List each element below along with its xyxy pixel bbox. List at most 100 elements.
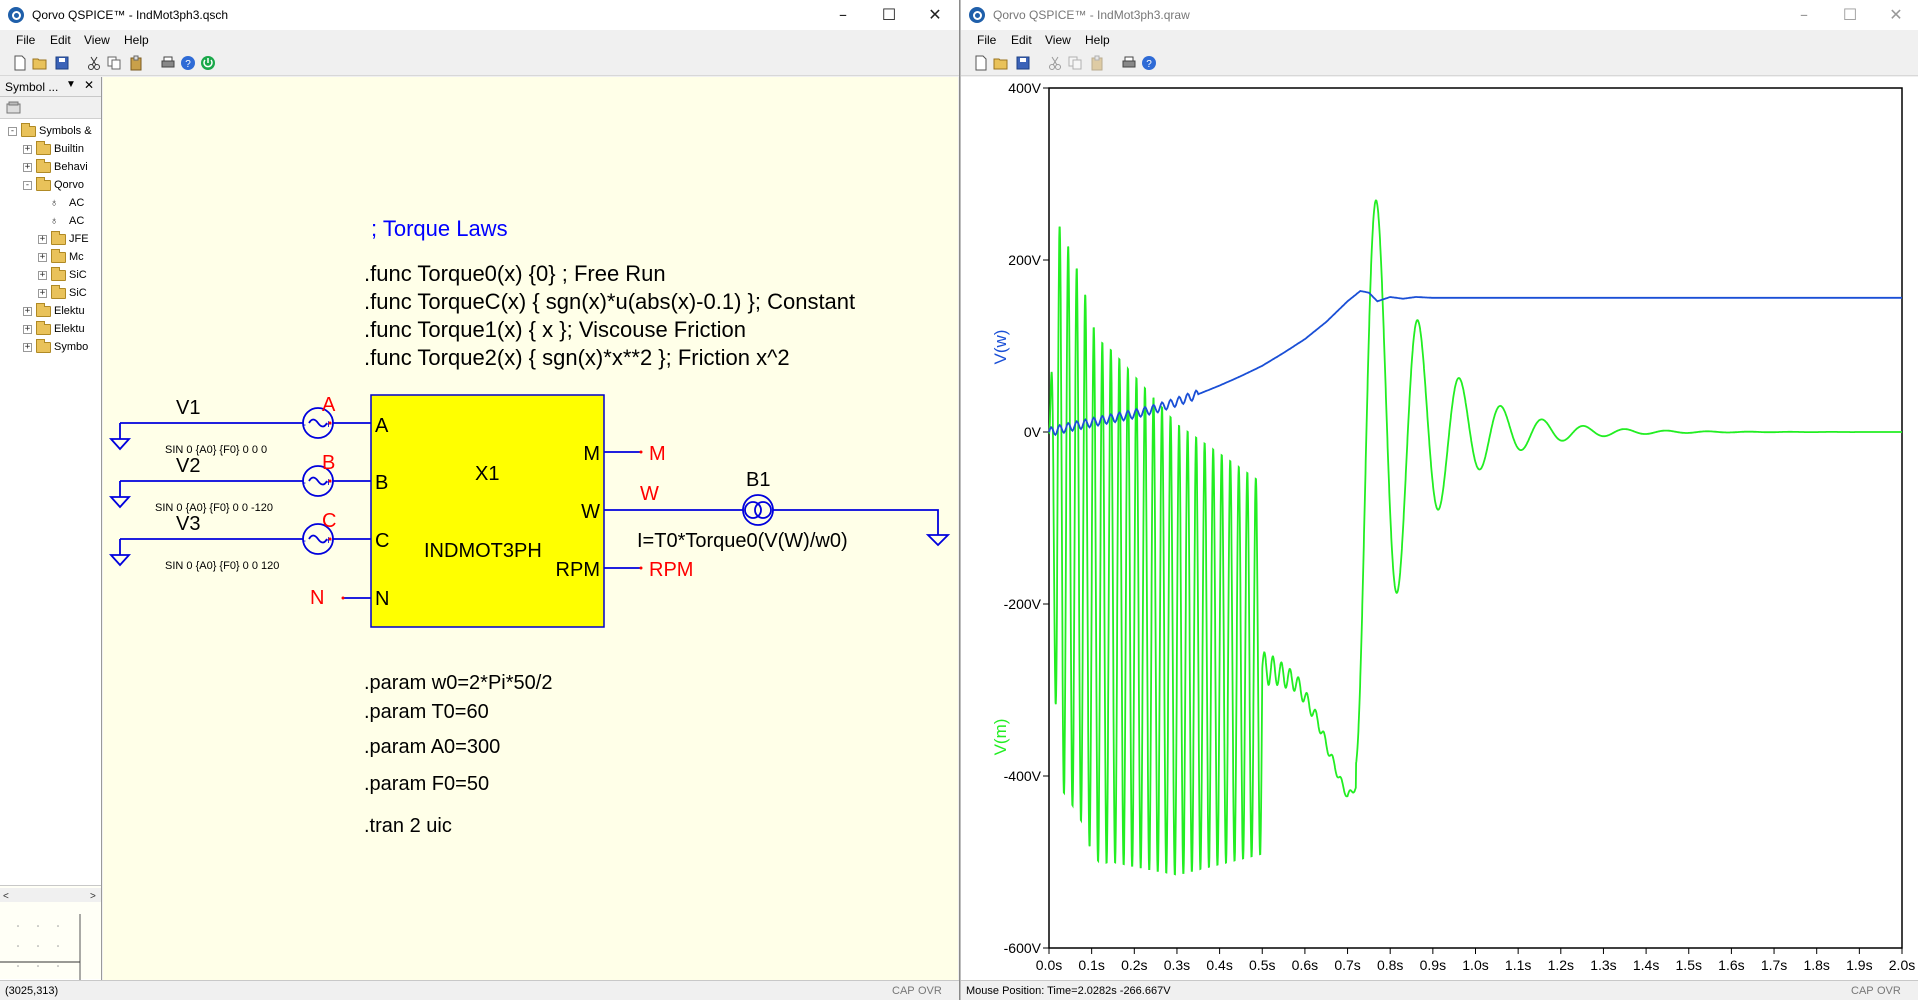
func-directive[interactable]: .func Torque1(x) { x }; Viscouse Frictio… [364, 317, 746, 342]
b1-expression[interactable]: I=T0*Torque0(V(W)/w0) [637, 530, 848, 552]
expand-icon[interactable]: + [23, 325, 32, 334]
expand-icon[interactable]: + [23, 343, 32, 352]
menu-bar: File Edit View Help [0, 30, 959, 50]
title-bar: Qorvo QSPICE™ - IndMot3ph3.qraw – ☐ ✕ [961, 0, 1918, 30]
new-file-icon[interactable] [973, 55, 989, 71]
param-directive[interactable]: .param w0=2*Pi*50/2 [364, 672, 552, 694]
save-icon[interactable] [54, 55, 70, 71]
trace-label-v-m[interactable]: V(m) [991, 719, 1010, 756]
folder-icon [36, 303, 51, 317]
tree-item-label: AC [69, 215, 85, 227]
folder-icon [51, 249, 66, 263]
motor-block[interactable] [370, 394, 605, 628]
menu-edit[interactable]: Edit [1011, 33, 1032, 47]
x-tick-label: 1.6s [1718, 957, 1744, 973]
help-icon[interactable]: ? [1141, 55, 1157, 71]
panel-close-icon[interactable]: ✕ [84, 78, 94, 92]
status-bar: (3025,313) CAP OVR [0, 980, 959, 1000]
trace-v-m[interactable] [1048, 199, 1902, 876]
func-directive[interactable]: .func Torque2(x) { sgn(x)*x**2 }; Fricti… [364, 345, 790, 370]
cut-icon[interactable] [86, 55, 102, 71]
tree-item[interactable]: + Symbo [0, 339, 101, 357]
close-button[interactable]: ✕ [912, 3, 958, 27]
func-directive[interactable]: .func TorqueC(x) { sgn(x)*u(abs(x)-0.1) … [364, 289, 855, 314]
paste-icon[interactable] [128, 55, 144, 71]
waveform-plot-area[interactable]: 400V 200V 0V -200V -400V -600V 0.0s 0.1s 0.2s 0.… [961, 77, 1918, 980]
close-button[interactable]: ✕ [1873, 3, 1918, 27]
source-name-v3: V3 [176, 513, 200, 535]
trace-label-v-w[interactable]: V(w) [991, 330, 1010, 365]
net-label-b[interactable]: B [322, 452, 335, 474]
menu-edit[interactable]: Edit [50, 33, 71, 47]
expand-icon[interactable]: + [38, 253, 47, 262]
cut-icon[interactable] [1047, 55, 1063, 71]
menu-help[interactable]: Help [124, 33, 149, 47]
menu-file[interactable]: File [16, 33, 35, 47]
waveform-chart: 400V 200V 0V -200V -400V -600V 0.0s 0.1s 0.2s 0.… [991, 80, 1915, 973]
paste-icon[interactable] [1089, 55, 1105, 71]
tree-item[interactable]: + SiC [0, 267, 101, 285]
net-label-n[interactable]: N [310, 587, 324, 609]
library-icon[interactable] [6, 101, 22, 115]
comment-torque-laws[interactable]: ; Torque Laws [371, 216, 508, 241]
net-label-c[interactable]: C [322, 510, 336, 532]
tree-item[interactable]: + Behavi [0, 159, 101, 177]
tree-item[interactable]: - Qorvo [0, 177, 101, 195]
minimize-button[interactable]: – [1781, 3, 1827, 27]
trace-v-w[interactable] [1048, 290, 1902, 437]
current-source-b1[interactable] [742, 494, 774, 526]
panel-dropdown-icon[interactable]: ▼ [66, 79, 76, 90]
expand-icon[interactable]: + [38, 289, 47, 298]
open-folder-icon[interactable] [32, 55, 48, 71]
minimize-button[interactable]: – [820, 3, 866, 27]
tree-item[interactable]: + SiC [0, 285, 101, 303]
param-directive[interactable]: .param A0=300 [364, 736, 500, 758]
print-icon[interactable] [1121, 55, 1137, 71]
tree-item[interactable]: + Elektu [0, 321, 101, 339]
tree-item[interactable]: + Elektu [0, 303, 101, 321]
menu-view[interactable]: View [1045, 33, 1071, 47]
menu-file[interactable]: File [977, 33, 996, 47]
run-simulation-icon[interactable] [200, 55, 216, 71]
collapse-icon[interactable]: - [8, 127, 17, 136]
net-label-m[interactable]: M [649, 443, 666, 465]
open-folder-icon[interactable] [993, 55, 1009, 71]
print-icon[interactable] [160, 55, 176, 71]
expand-icon[interactable]: + [23, 163, 32, 172]
func-directive[interactable]: .func Torque0(x) {0} ; Free Run [364, 261, 666, 286]
menu-help[interactable]: Help [1085, 33, 1110, 47]
tree-item[interactable]: - Symbols & [0, 123, 101, 141]
menu-view[interactable]: View [84, 33, 110, 47]
expand-icon[interactable]: + [23, 307, 32, 316]
qspice-app-icon [8, 7, 24, 23]
save-icon[interactable] [1015, 55, 1031, 71]
param-directive[interactable]: .param F0=50 [364, 773, 489, 795]
tree-item[interactable]: ♁ AC [0, 213, 101, 231]
motor-pin-a: A [375, 415, 389, 437]
new-file-icon[interactable] [12, 55, 28, 71]
copy-icon[interactable] [1067, 55, 1083, 71]
tree-item[interactable]: + JFE [0, 231, 101, 249]
net-label-a[interactable]: A [322, 394, 336, 416]
collapse-icon[interactable]: - [23, 181, 32, 190]
net-label-w[interactable]: W [640, 483, 659, 505]
param-directive[interactable]: .param T0=60 [364, 701, 489, 723]
help-icon[interactable]: ? [180, 55, 196, 71]
y-tick-label: -400V [1004, 768, 1042, 784]
overwrite-indicator: OVR [1877, 985, 1901, 997]
net-label-rpm[interactable]: RPM [649, 559, 693, 581]
tree-item[interactable]: + Builtin [0, 141, 101, 159]
maximize-button[interactable]: ☐ [1827, 3, 1873, 27]
svg-text:-: - [302, 475, 306, 489]
expand-icon[interactable]: + [38, 235, 47, 244]
copy-icon[interactable] [106, 55, 122, 71]
tree-item[interactable]: + Mc [0, 249, 101, 267]
tran-directive[interactable]: .tran 2 uic [364, 815, 452, 837]
maximize-button[interactable]: ☐ [866, 3, 912, 27]
schematic-canvas[interactable]: ; Torque Laws .func Torque0(x) {0} ; Fre… [103, 77, 958, 980]
tree-item[interactable]: ♁ AC [0, 195, 101, 213]
source-value-v2: SIN 0 {A0} {F0} 0 0 -120 [155, 502, 273, 514]
motor-pin-c: C [375, 530, 389, 552]
expand-icon[interactable]: + [38, 271, 47, 280]
expand-icon[interactable]: + [23, 145, 32, 154]
